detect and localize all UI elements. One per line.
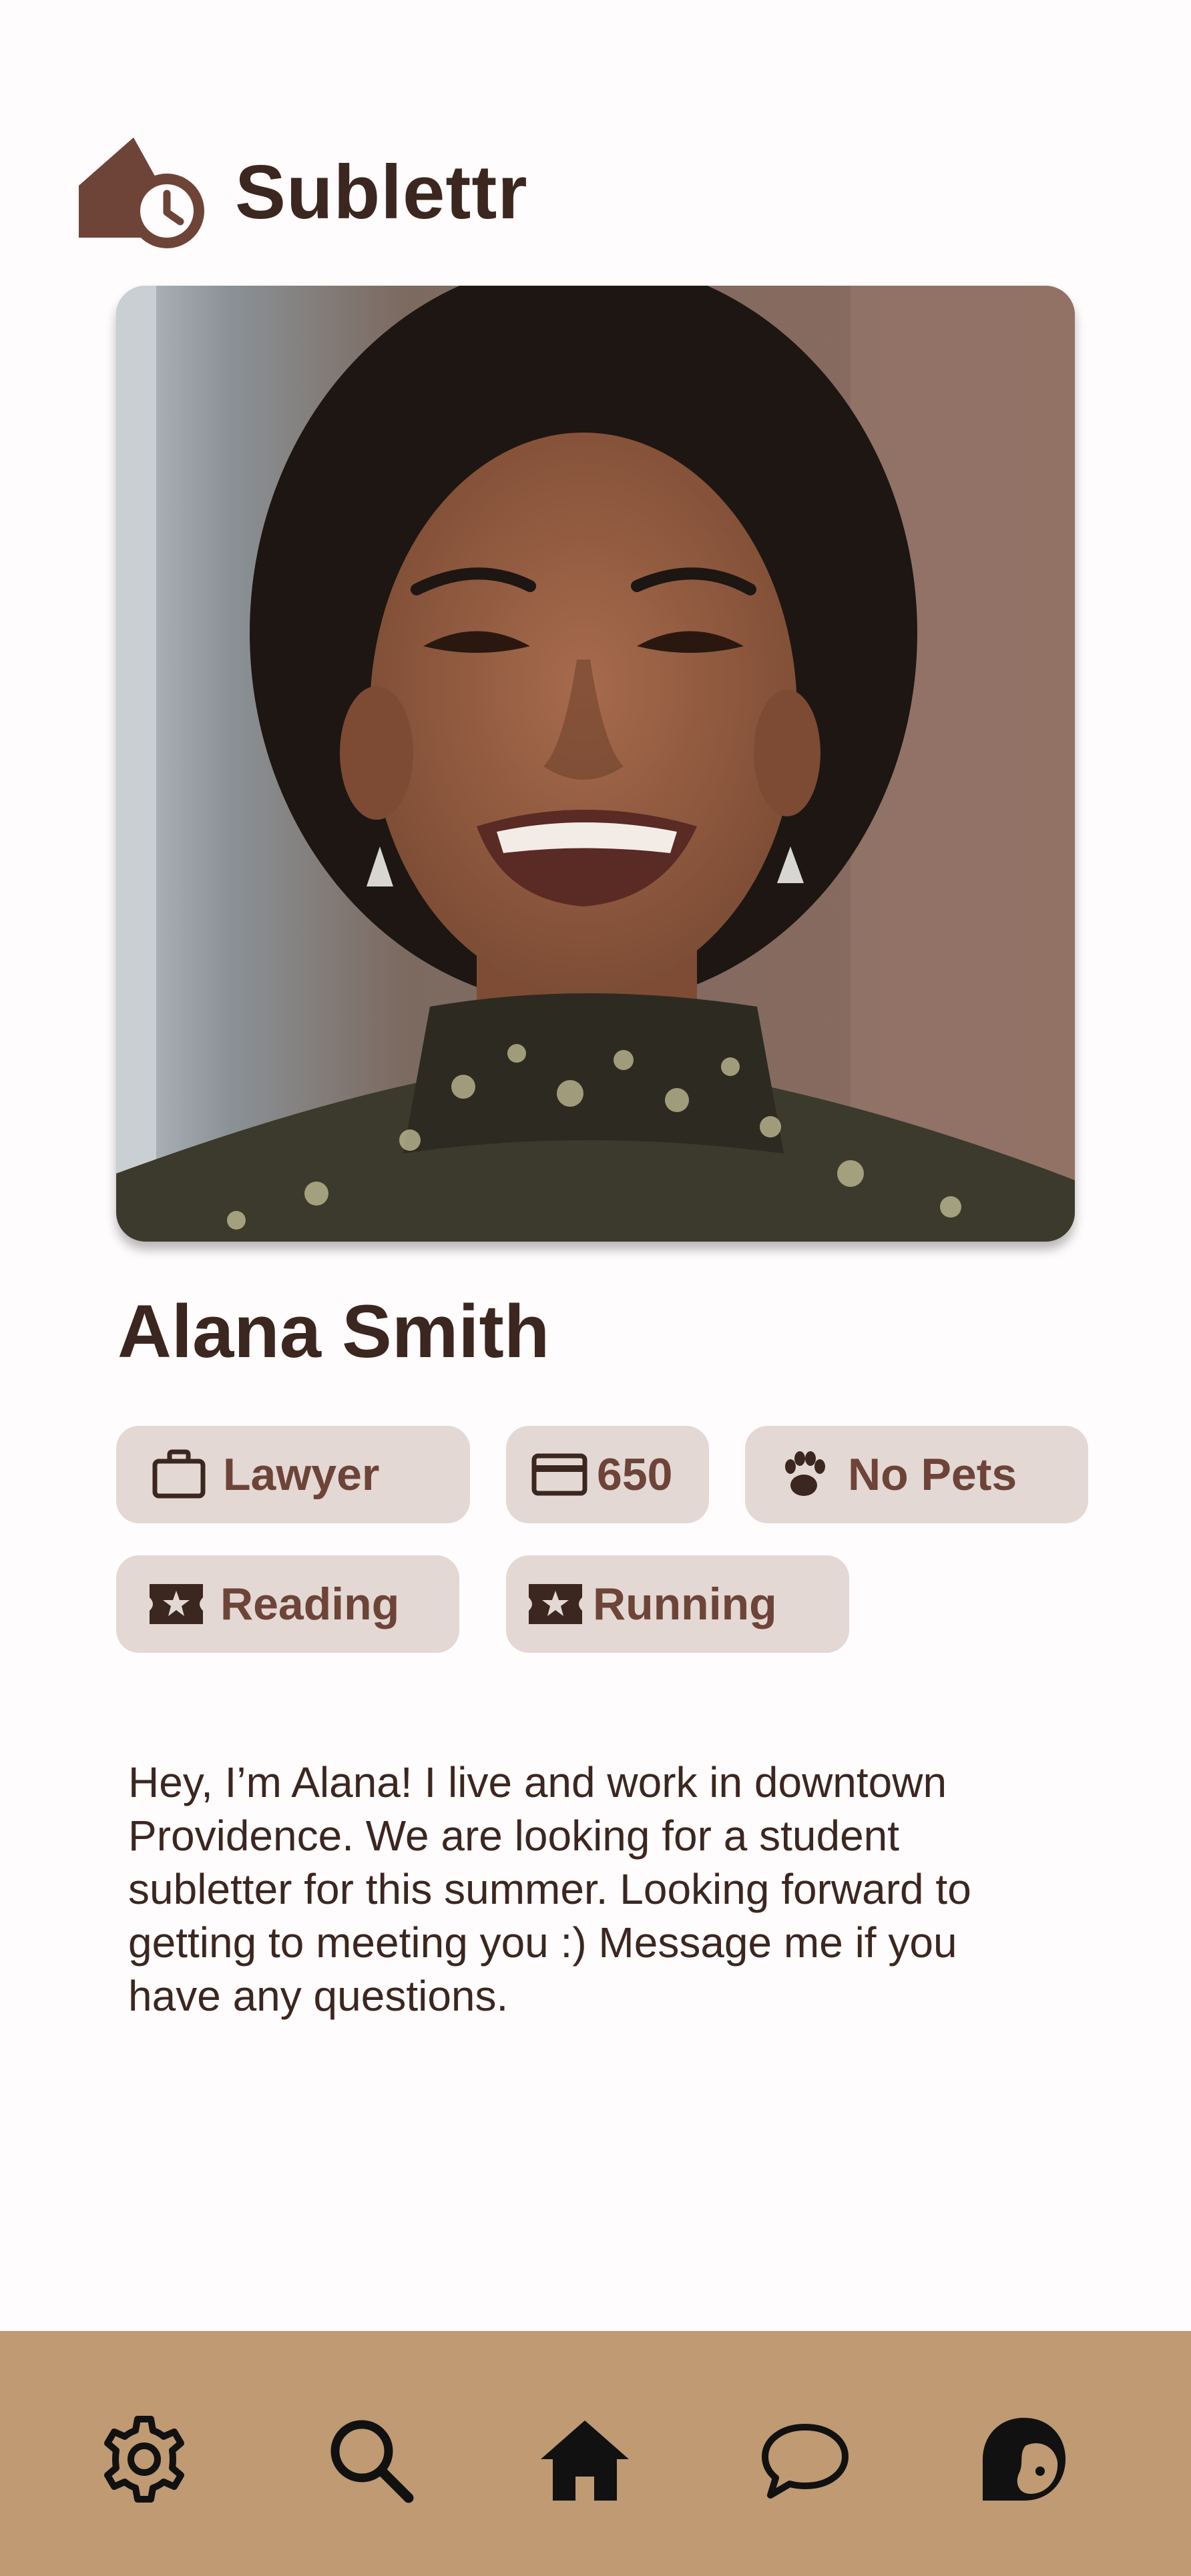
app-title: Sublettr xyxy=(235,150,528,235)
tag-budget-label: 650 xyxy=(597,1449,673,1500)
tag-occupation-label: Lawyer xyxy=(223,1449,380,1500)
star-ticket-icon xyxy=(150,1584,203,1624)
tag-budget: 650 xyxy=(506,1426,709,1523)
tag-hobby-running-label: Running xyxy=(593,1579,777,1629)
profile-face-icon xyxy=(983,2418,1065,2501)
nav-profile-button[interactable] xyxy=(977,2412,1071,2506)
nav-messages-button[interactable] xyxy=(758,2412,852,2506)
search-icon xyxy=(330,2420,414,2503)
credit-card-icon xyxy=(531,1453,587,1496)
star-ticket-icon xyxy=(529,1584,582,1624)
nav-search-button[interactable] xyxy=(323,2412,417,2506)
tag-pets-label: No Pets xyxy=(848,1449,1017,1500)
profile-bio: Hey, I’m Alana! I live and work in downt… xyxy=(128,1758,971,2020)
gear-icon xyxy=(104,2416,184,2503)
nav-settings-button[interactable] xyxy=(97,2412,191,2506)
nav-home-button[interactable] xyxy=(538,2412,632,2506)
briefcase-icon xyxy=(152,1449,206,1499)
house-clock-icon xyxy=(79,138,204,248)
bottom-nav xyxy=(0,2331,1191,2576)
home-icon xyxy=(541,2420,629,2501)
profile-photo xyxy=(116,286,1075,1242)
tag-hobby-running: Running xyxy=(506,1555,849,1653)
profile-name: Alana Smith xyxy=(117,1290,550,1373)
tag-hobby-reading: Reading xyxy=(116,1555,459,1653)
profile-screen: Sublettr Alana Smith Lawyer 650 No Pets … xyxy=(0,0,1191,2576)
app-header: Sublettr xyxy=(73,132,528,252)
chat-bubble-icon xyxy=(762,2424,849,2499)
tag-pets: No Pets xyxy=(745,1426,1088,1523)
tag-hobby-reading-label: Reading xyxy=(220,1579,400,1629)
paw-icon xyxy=(785,1451,825,1496)
tag-occupation: Lawyer xyxy=(116,1426,470,1523)
